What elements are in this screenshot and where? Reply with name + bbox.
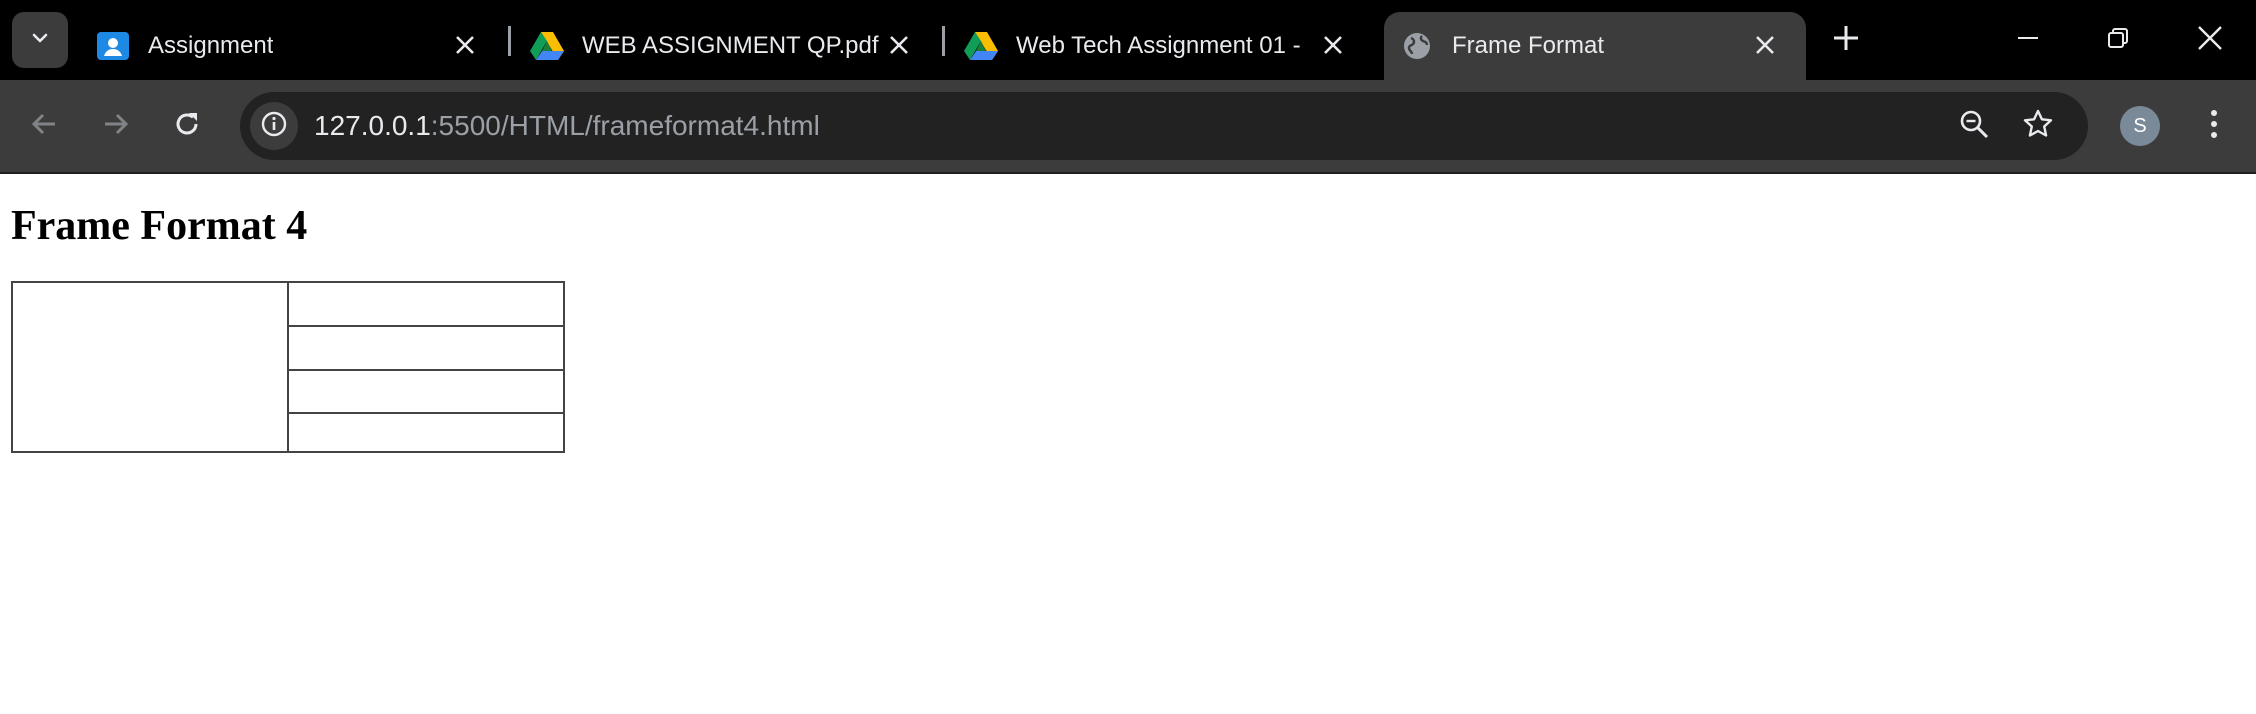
url-path: :5500/HTML/frameformat4.html	[430, 110, 820, 141]
close-icon	[2197, 25, 2223, 56]
tab-assignment[interactable]: Assignment	[12, 12, 506, 80]
frame-right-1	[289, 283, 563, 327]
google-drive-icon	[530, 29, 564, 63]
profile-avatar[interactable]: S	[2120, 106, 2160, 146]
bookmark-button[interactable]	[2014, 102, 2062, 150]
frameset	[11, 281, 565, 453]
close-icon[interactable]	[1316, 28, 1350, 62]
tab-frame-format[interactable]: Frame Format	[1384, 12, 1806, 80]
arrow-right-icon	[101, 109, 131, 144]
site-info-button[interactable]	[250, 102, 298, 150]
frame-right-2	[289, 327, 563, 371]
address-bar[interactable]: 127.0.0.1:5500/HTML/frameformat4.html	[240, 92, 2088, 160]
browser-toolbar: 127.0.0.1:5500/HTML/frameformat4.html S	[0, 80, 2256, 172]
globe-icon	[1400, 29, 1434, 63]
zoom-button[interactable]	[1950, 102, 1998, 150]
minimize-icon	[2016, 26, 2040, 55]
arrow-left-icon	[29, 109, 59, 144]
back-button[interactable]	[20, 102, 68, 150]
reload-icon	[172, 109, 202, 144]
info-icon	[260, 110, 288, 143]
restore-button[interactable]	[2090, 14, 2146, 66]
tab-title: Web Tech Assignment 01 -	[1016, 32, 1301, 59]
plus-icon	[1832, 24, 1860, 57]
frame-right-3	[289, 371, 563, 414]
minimize-button[interactable]	[2000, 14, 2056, 66]
close-window-button[interactable]	[2182, 14, 2238, 66]
tab-web-tech-assignment[interactable]: Web Tech Assignment 01 -	[880, 12, 1374, 80]
reload-button[interactable]	[163, 102, 211, 150]
browser-menu-button[interactable]	[2190, 102, 2238, 150]
close-icon[interactable]	[1748, 28, 1782, 62]
url-host: 127.0.0.1	[314, 110, 431, 141]
forward-button[interactable]	[92, 102, 140, 150]
tab-title: Frame Format	[1452, 32, 1605, 59]
star-icon	[2022, 108, 2054, 145]
frame-right-column	[289, 283, 563, 451]
tab-strip: Assignment WEB ASSIGNMENT QP.pdf - Web T…	[0, 0, 2256, 80]
frame-left	[13, 283, 289, 451]
zoom-out-icon	[1958, 108, 1990, 145]
classroom-icon	[96, 29, 130, 63]
page-content: Frame Format 4	[0, 174, 2256, 714]
page-title: Frame Format 4	[11, 203, 308, 249]
tab-web-assignment-qp[interactable]: WEB ASSIGNMENT QP.pdf -	[446, 12, 940, 80]
frame-right-4	[289, 414, 563, 451]
url-text[interactable]: 127.0.0.1:5500/HTML/frameformat4.html	[314, 92, 820, 160]
new-tab-button[interactable]	[1826, 20, 1866, 60]
google-drive-icon	[964, 29, 998, 63]
more-vertical-icon	[2209, 108, 2219, 145]
tab-title: WEB ASSIGNMENT QP.pdf -	[582, 32, 882, 59]
restore-icon	[2106, 26, 2130, 55]
tab-title: Assignment	[148, 32, 274, 59]
